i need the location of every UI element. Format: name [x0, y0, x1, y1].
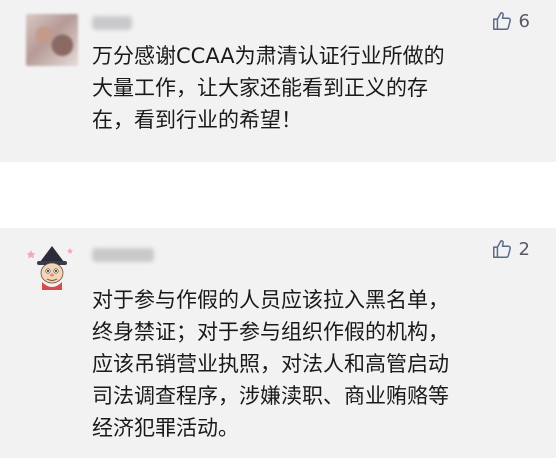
- nickname-blurred[interactable]: [92, 248, 154, 262]
- nickname-blurred[interactable]: [92, 16, 132, 30]
- comment-line: 对于参与作假的人员应该拉入黑名单，: [92, 288, 449, 312]
- comment-line: 终身禁证；对于参与组织作假的机构，: [92, 320, 449, 344]
- comment-line: 万分感谢CCAA为肃清认证行业所做的: [92, 44, 445, 68]
- like-button[interactable]: 2: [491, 238, 530, 260]
- comment-card: 2 对于参与作假的人员应该拉入黑名单， 终身禁证；对于参与组织作假的机构， 应该…: [0, 228, 556, 458]
- comment-text: 对于参与作假的人员应该拉入黑名单， 终身禁证；对于参与组织作假的机构， 应该吊销…: [92, 284, 532, 444]
- like-button[interactable]: 6: [491, 10, 530, 32]
- comments-page: 6 万分感谢CCAA为肃清认证行业所做的 大量工作，让大家还能看到正义的存 在，…: [0, 0, 556, 458]
- like-count: 2: [518, 238, 530, 260]
- avatar[interactable]: [26, 242, 78, 294]
- thumbs-up-icon[interactable]: [491, 10, 513, 32]
- comment-text: 万分感谢CCAA为肃清认证行业所做的 大量工作，让大家还能看到正义的存 在，看到…: [92, 40, 532, 136]
- comment-card: 6 万分感谢CCAA为肃清认证行业所做的 大量工作，让大家还能看到正义的存 在，…: [0, 0, 556, 162]
- comment-line: 司法调查程序，涉嫌渎职、商业贿赂等: [92, 384, 449, 408]
- comment-line: 在，看到行业的希望！: [92, 108, 302, 132]
- comment-line: 大量工作，让大家还能看到正义的存: [92, 76, 428, 100]
- avatar[interactable]: [26, 14, 78, 66]
- cartoon-avatar-icon: [26, 246, 73, 290]
- like-count: 6: [518, 10, 530, 32]
- thumbs-up-icon[interactable]: [491, 238, 513, 260]
- comment-line: 经济犯罪活动。: [92, 416, 239, 440]
- comment-line: 应该吊销营业执照，对法人和高管启动: [92, 352, 449, 376]
